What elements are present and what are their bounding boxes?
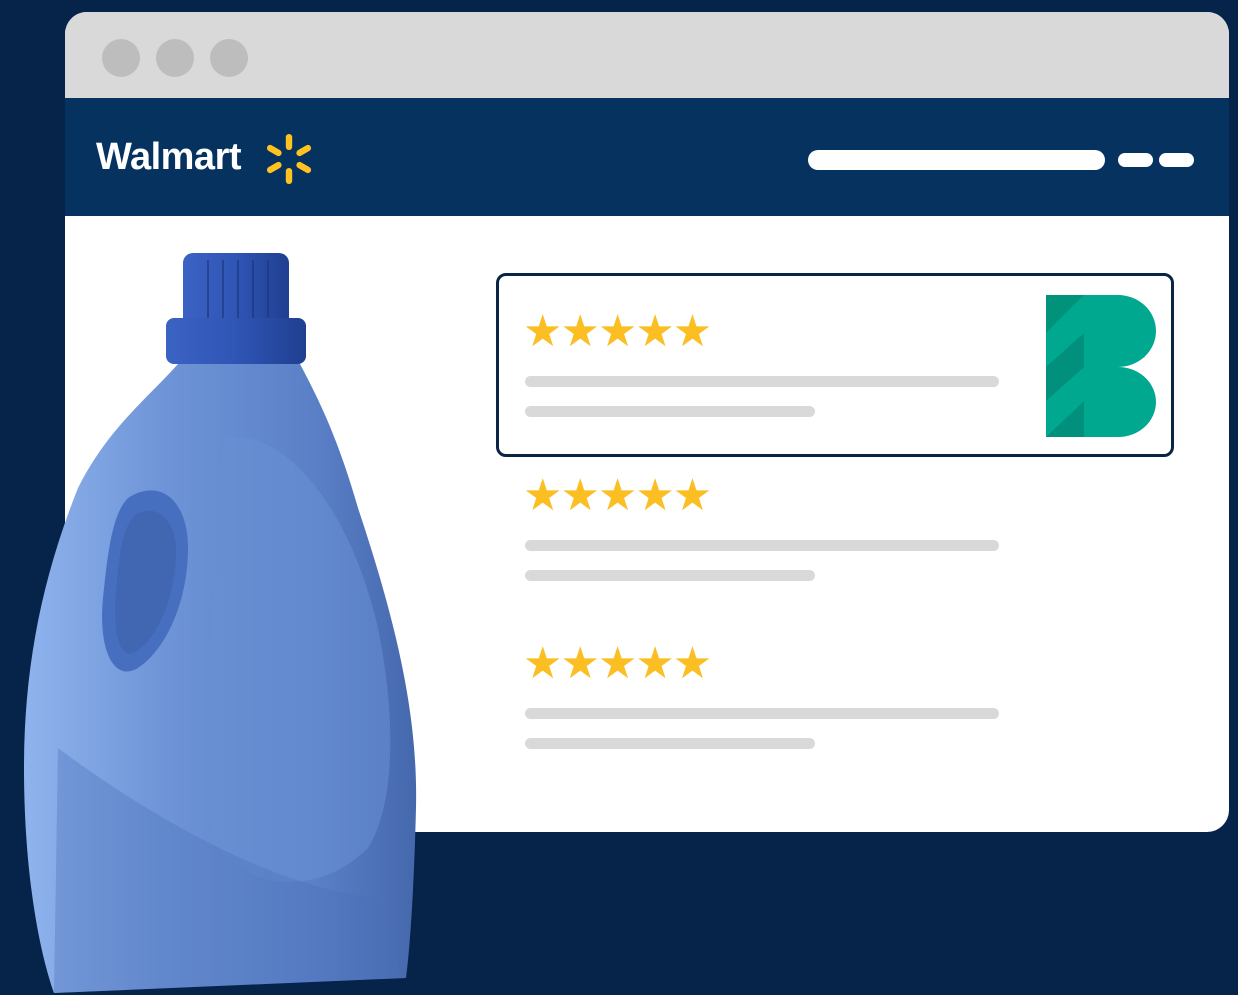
search-bar[interactable] [808, 150, 1105, 170]
nav-link[interactable] [1159, 153, 1194, 167]
detergent-bottle-icon [24, 253, 417, 993]
review-text-line [525, 406, 815, 417]
review-text-line [525, 738, 815, 749]
star-rating: ★★★★★ [523, 471, 712, 520]
review-text-line [525, 708, 999, 719]
nav-link[interactable] [1118, 153, 1153, 167]
walmart-spark-icon [266, 134, 312, 184]
window-dot[interactable] [102, 39, 140, 77]
review-text-line [525, 376, 999, 387]
brand-logo-text[interactable]: Walmart [96, 135, 242, 179]
b-logo-icon [1046, 295, 1156, 437]
star-rating: ★★★★★ [523, 639, 712, 688]
site-header: Walmart [65, 98, 1229, 216]
window-dot[interactable] [210, 39, 248, 77]
browser-title-bar [65, 12, 1229, 98]
star-rating: ★★★★★ [523, 307, 712, 356]
review-text-line [525, 570, 815, 581]
window-dot[interactable] [156, 39, 194, 77]
review-text-line [525, 540, 999, 551]
